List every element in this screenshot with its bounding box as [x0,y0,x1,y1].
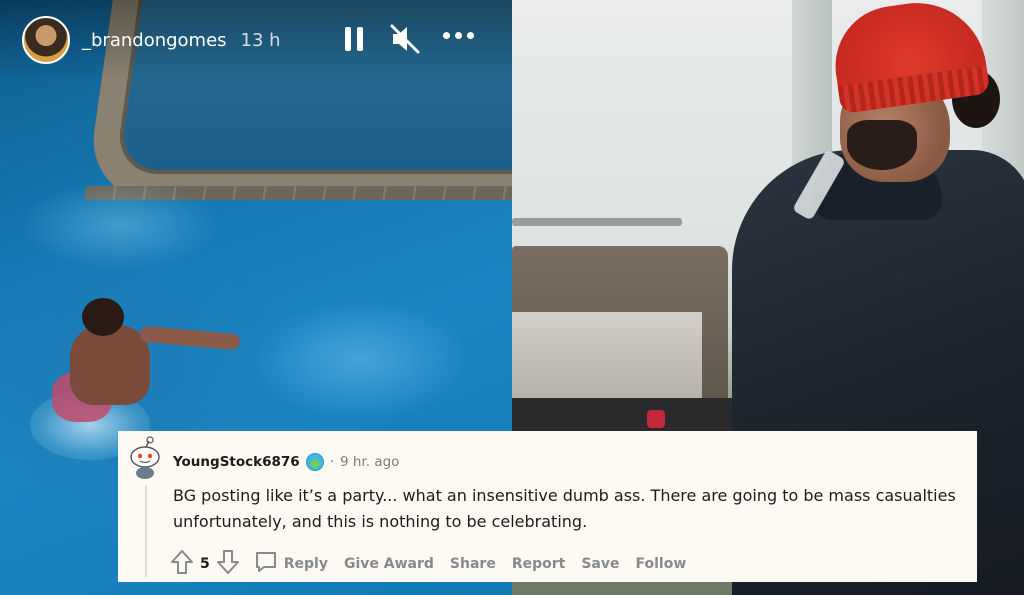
achievement-icon [305,453,324,471]
comment-meta: YoungStock6876 · 9 hr. ago [173,453,399,471]
reply-label: Reply [283,556,328,572]
save-button[interactable]: Save [581,556,619,572]
thread-line[interactable] [145,485,147,577]
more-options-icon[interactable] [443,32,474,39]
vote-count: 5 [200,556,210,572]
story-header: _brandongomes 13 h [0,0,512,80]
comment-action-bar: 5 Reply Give Award Share Report Save Fol… [170,549,686,579]
reddit-comment-card: YoungStock6876 · 9 hr. ago BG posting li… [118,431,977,582]
downvote-icon[interactable] [216,549,240,579]
swimmer-head [82,298,124,336]
avatar[interactable] [22,16,70,64]
grill-interior [512,312,702,408]
mute-icon[interactable] [390,22,420,60]
upvote-icon[interactable] [170,549,194,579]
pause-icon[interactable] [345,22,365,56]
water-ripple [20,180,220,270]
swimmer-body [70,325,150,405]
story-time-ago: 13 h [240,29,281,51]
swimmer-arm [139,325,241,351]
comment-time[interactable]: 9 hr. ago [340,454,399,470]
reply-button[interactable]: Reply [254,550,328,578]
story-username[interactable]: _brandongomes [82,30,227,51]
grill-knob [647,410,665,428]
balcony-rail [512,218,682,226]
snoo-avatar-icon[interactable] [126,435,164,479]
follow-button[interactable]: Follow [636,556,687,572]
man-beard [847,120,917,170]
comment-separator: · [329,454,334,470]
comment-body: BG posting like it’s a party... what an … [173,486,956,531]
give-award-button[interactable]: Give Award [344,556,434,572]
comment-author[interactable]: YoungStock6876 [173,454,300,470]
report-button[interactable]: Report [512,556,566,572]
comment-bubble-icon [254,550,278,578]
share-button[interactable]: Share [450,556,496,572]
water-ripple [250,300,470,420]
